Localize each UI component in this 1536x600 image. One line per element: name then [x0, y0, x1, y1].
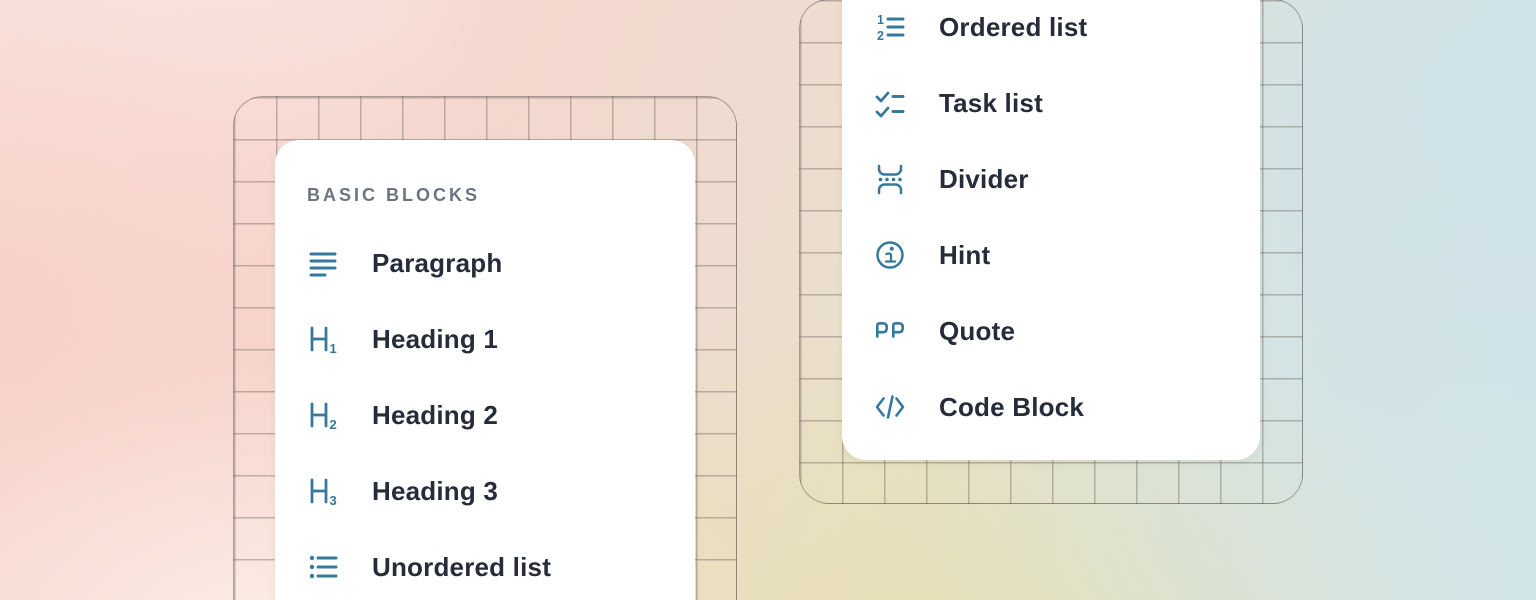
menu-item-label: Heading 1 — [372, 324, 498, 355]
heading-1-icon: 1 — [307, 323, 339, 355]
menu-item-ordered-list[interactable]: 1 2 Ordered list — [874, 0, 1228, 65]
blocks-menu-continued: 1 2 Ordered list Task list — [842, 0, 1260, 460]
menu-item-label: Divider — [939, 164, 1029, 195]
svg-text:2: 2 — [330, 417, 337, 431]
menu-item-label: Code Block — [939, 392, 1084, 423]
svg-text:3: 3 — [330, 493, 337, 507]
menu-item-heading-3[interactable]: 3 Heading 3 — [307, 453, 663, 529]
ordered-list-icon: 1 2 — [874, 11, 906, 43]
menu-item-label: Ordered list — [939, 12, 1087, 43]
menu-item-label: Quote — [939, 316, 1015, 347]
menu-item-code-block[interactable]: Code Block — [874, 369, 1228, 445]
svg-text:2: 2 — [877, 29, 884, 43]
menu-item-task-list[interactable]: Task list — [874, 65, 1228, 141]
unordered-list-icon — [307, 551, 339, 583]
menu-item-label: Unordered list — [372, 552, 551, 583]
heading-2-icon: 2 — [307, 399, 339, 431]
heading-3-icon: 3 — [307, 475, 339, 507]
hint-icon — [874, 239, 906, 271]
menu-item-label: Heading 3 — [372, 476, 498, 507]
menu-item-heading-2[interactable]: 2 Heading 2 — [307, 377, 663, 453]
menu-item-unordered-list[interactable]: Unordered list — [307, 529, 663, 600]
divider-icon — [874, 163, 906, 195]
menu-item-heading-1[interactable]: 1 Heading 1 — [307, 301, 663, 377]
section-header: BASIC BLOCKS — [307, 184, 663, 206]
task-list-icon — [874, 87, 906, 119]
menu-item-hint[interactable]: Hint — [874, 217, 1228, 293]
block-menu-hero: BASIC BLOCKS Paragraph 1 Heading 1 — [0, 0, 1536, 600]
menu-item-paragraph[interactable]: Paragraph — [307, 225, 663, 301]
svg-text:1: 1 — [330, 341, 337, 355]
menu-item-label: Heading 2 — [372, 400, 498, 431]
menu-item-label: Hint — [939, 240, 990, 271]
svg-text:1: 1 — [877, 13, 884, 27]
basic-blocks-menu: BASIC BLOCKS Paragraph 1 Heading 1 — [275, 140, 695, 600]
menu-item-label: Task list — [939, 88, 1043, 119]
menu-item-label: Paragraph — [372, 248, 502, 279]
menu-item-divider[interactable]: Divider — [874, 141, 1228, 217]
menu-item-quote[interactable]: Quote — [874, 293, 1228, 369]
code-block-icon — [874, 391, 906, 423]
paragraph-icon — [307, 247, 339, 279]
quote-icon — [874, 315, 906, 347]
